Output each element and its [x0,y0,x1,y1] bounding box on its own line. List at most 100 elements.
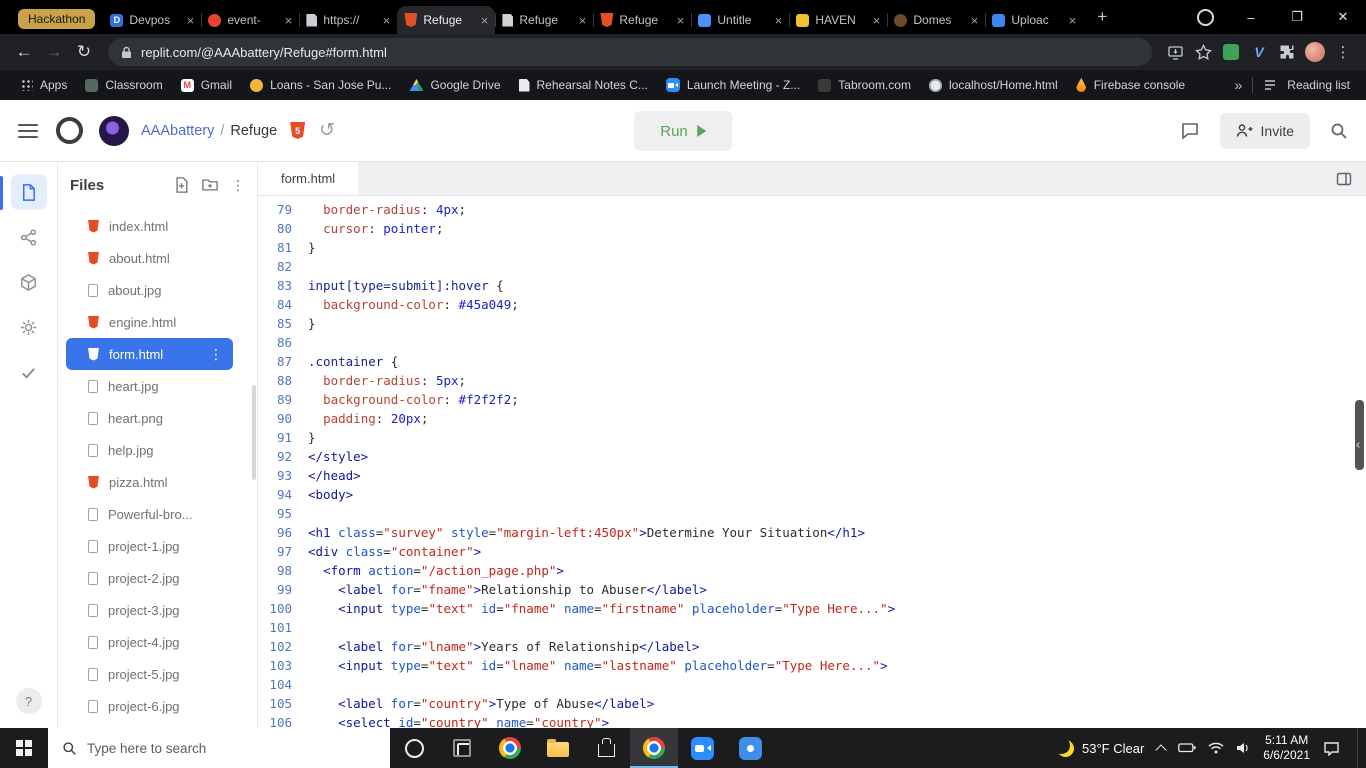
file-item[interactable]: about.html [66,242,233,274]
chrome-icon[interactable] [486,728,534,768]
send-to-devices-icon[interactable] [1162,39,1188,65]
bookmark-item[interactable]: Apps [12,73,76,97]
bookmark-item[interactable]: Launch Meeting - Z... [657,73,809,97]
chat-icon[interactable] [1180,121,1200,140]
collapse-panel-icon[interactable]: ‹ [1354,436,1362,455]
code-line[interactable]: 89 background-color: #f2f2f2; [258,390,1366,409]
file-item[interactable]: heart.jpg [66,370,233,402]
run-button[interactable]: Run [634,111,732,151]
code-line[interactable]: 86 [258,333,1366,352]
hamburger-menu-icon[interactable] [18,123,38,138]
file-item[interactable]: project-2.jpg [66,562,233,594]
code-line[interactable]: 101 [258,618,1366,637]
checks-icon[interactable] [11,354,47,390]
code-line[interactable]: 96 <h1 class="survey" style="margin-left:… [258,523,1366,542]
code-line[interactable]: 104 [258,675,1366,694]
code-line[interactable]: 105 <label for="country">Type of Abuse</… [258,694,1366,713]
files-rail-icon[interactable] [10,174,47,210]
breadcrumb-project[interactable]: Refuge [230,123,277,139]
editor-scrollbar[interactable] [1355,400,1364,470]
blue-app-icon[interactable] [726,728,774,768]
file-item[interactable]: project-5.jpg [66,658,233,690]
show-desktop-button[interactable] [1357,728,1362,768]
store-icon[interactable] [582,728,630,768]
browser-tab[interactable]: Refuge × [593,6,691,34]
bookmark-item[interactable]: Firebase console [1067,73,1194,97]
code-line[interactable]: 84 background-color: #45a049; [258,295,1366,314]
settings-gear-icon[interactable] [11,309,47,345]
back-icon[interactable]: ← [10,38,38,66]
invite-button[interactable]: Invite [1219,112,1310,149]
help-icon[interactable]: ? [15,688,42,714]
code-line[interactable]: 95 [258,504,1366,523]
tab-close-icon[interactable]: × [971,13,979,28]
file-item[interactable]: pizza.html [66,466,233,498]
code-line[interactable]: 91} [258,428,1366,447]
file-item[interactable]: Powerful-bro... [66,498,233,530]
taskbar-search[interactable]: Type here to search [48,728,390,768]
file-item[interactable]: project-3.jpg [66,594,233,626]
battery-icon[interactable] [1178,743,1196,753]
task-view-icon[interactable] [438,728,486,768]
code-line[interactable]: 82 [258,257,1366,276]
code-line[interactable]: 100 <input type="text" id="fname" name="… [258,599,1366,618]
address-bar[interactable]: replit.com/@AAAbattery/Refuge#form.html [108,38,1152,66]
code-line[interactable]: 98 <form action="/action_page.php"> [258,561,1366,580]
browser-tab[interactable]: https:// × [299,6,397,34]
bookmark-item[interactable]: Rehearsal Notes C... [510,73,657,97]
replit-logo[interactable] [56,117,83,144]
code-line[interactable]: 94 <body> [258,485,1366,504]
file-item[interactable]: heart.png [66,402,233,434]
weather-widget[interactable]: 53°F Clear [1057,740,1144,757]
browser-tab[interactable]: event- × [201,6,299,34]
browser-tab[interactable]: D Devpos × [103,6,201,34]
forward-icon[interactable]: → [40,38,68,66]
bookmark-item[interactable]: M Gmail [172,73,241,97]
browser-tab[interactable]: Domes × [887,6,985,34]
taskbar-clock[interactable]: 5:11 AM 6/6/2021 [1263,733,1310,763]
file-item[interactable]: form.html ⋮ [66,338,233,370]
file-item[interactable]: help.jpg [66,434,233,466]
profile-avatar[interactable] [1302,39,1328,65]
breadcrumb-user[interactable]: AAAbattery [141,123,214,139]
code-line[interactable]: 80 cursor: pointer; [258,219,1366,238]
browser-tab[interactable]: Untitle × [691,6,789,34]
tray-expand-icon[interactable] [1155,743,1167,756]
new-file-icon[interactable] [174,177,189,193]
new-tab-button[interactable]: + [1089,4,1115,30]
file-menu-icon[interactable]: ⋮ [209,346,223,363]
bookmark-item[interactable]: localhost/Home.html [920,73,1067,97]
tab-close-icon[interactable]: × [383,13,391,28]
tab-close-icon[interactable]: × [1069,13,1077,28]
editor-layout-icon[interactable] [1336,171,1352,192]
close-button[interactable]: ✕ [1320,0,1366,34]
bookmark-item[interactable]: Loans - San Jose Pu... [241,73,400,97]
network-icon[interactable] [1208,742,1224,754]
files-scrollbar[interactable] [252,385,256,480]
code-line[interactable]: 93 </head> [258,466,1366,485]
bookmark-item[interactable]: Google Drive [400,73,509,97]
code-line[interactable]: 99 <label for="fname">Relationship to Ab… [258,580,1366,599]
tab-close-icon[interactable]: × [677,13,685,28]
code-line[interactable]: 83 input[type=submit]:hover { [258,276,1366,295]
browser-tab[interactable]: Uploac × [985,6,1083,34]
cortana-icon[interactable] [390,728,438,768]
code-line[interactable]: 92 </style> [258,447,1366,466]
file-item[interactable]: index.html [66,210,233,242]
user-avatar[interactable] [99,115,129,146]
file-item[interactable]: project-6.jpg [66,690,233,722]
bookmark-item[interactable]: Classroom [76,73,171,97]
tab-group-label[interactable]: Hackathon [18,9,96,29]
notification-center-icon[interactable] [1323,741,1340,756]
code-line[interactable]: 97 <div class="container"> [258,542,1366,561]
extensions-puzzle-icon[interactable] [1274,39,1300,65]
bookmark-item[interactable]: Tabroom.com [809,73,920,97]
code-line[interactable]: 85} [258,314,1366,333]
file-item[interactable]: engine.html [66,306,233,338]
tab-close-icon[interactable]: × [285,13,293,28]
file-item[interactable]: about.jpg [66,274,233,306]
code-line[interactable]: 88 border-radius: 5px; [258,371,1366,390]
file-item[interactable]: project-4.jpg [66,626,233,658]
code-line[interactable]: 81} [258,238,1366,257]
bookmarks-overflow-icon[interactable]: » [1235,77,1243,93]
